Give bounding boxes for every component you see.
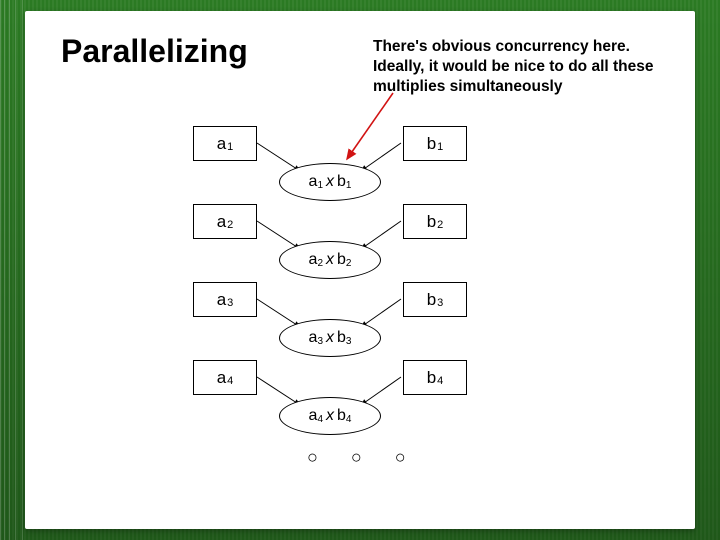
mul-left: a [309, 329, 318, 347]
mul-left-sub: 4 [317, 414, 323, 425]
operand-b-box: b2 [403, 204, 467, 239]
multiply-node: a1 x b1 [279, 163, 381, 201]
operand-b-box: b1 [403, 126, 467, 161]
operand-b-box: b4 [403, 360, 467, 395]
mul-left: a [309, 173, 318, 191]
mul-row: a4 b4 a4 x b4 [25, 360, 695, 438]
operand-a-sub: 3 [227, 297, 233, 309]
operand-b-var: b [427, 290, 436, 310]
mul-right: b [337, 407, 346, 425]
operand-a-var: a [217, 134, 226, 154]
operand-b-var: b [427, 134, 436, 154]
multiply-node: a4 x b4 [279, 397, 381, 435]
mul-right: b [337, 329, 346, 347]
operand-b-var: b [427, 212, 436, 232]
operand-a-sub: 4 [227, 375, 233, 387]
operand-a-sub: 1 [227, 141, 233, 153]
slide-background: Parallelizing There's obvious concurrenc… [0, 0, 720, 540]
operand-b-var: b [427, 368, 436, 388]
operand-a-box: a1 [193, 126, 257, 161]
mul-right-sub: 2 [346, 258, 352, 269]
operand-b-sub: 2 [437, 219, 443, 231]
operand-a-var: a [217, 368, 226, 388]
mul-row: a1 b1 a1 x b1 [25, 126, 695, 204]
mul-left: a [309, 407, 318, 425]
diagram-stage: a1 b1 a1 x b1 a2 [25, 126, 695, 438]
slide-card: Parallelizing There's obvious concurrenc… [25, 11, 695, 529]
mul-left-sub: 3 [317, 336, 323, 347]
mul-op-icon: x [326, 173, 334, 191]
operand-b-sub: 4 [437, 375, 443, 387]
mul-right-sub: 4 [346, 414, 352, 425]
mul-right-sub: 3 [346, 336, 352, 347]
mul-right-sub: 1 [346, 180, 352, 191]
mul-left-sub: 1 [317, 180, 323, 191]
multiply-node: a3 x b3 [279, 319, 381, 357]
ellipsis-icon: ○ ○ ○ [307, 447, 420, 468]
operand-a-sub: 2 [227, 219, 233, 231]
mul-left-sub: 2 [317, 258, 323, 269]
operand-a-box: a4 [193, 360, 257, 395]
multiply-node: a2 x b2 [279, 241, 381, 279]
mul-left: a [309, 251, 318, 269]
operand-b-sub: 3 [437, 297, 443, 309]
operand-a-var: a [217, 290, 226, 310]
mul-row: a2 b2 a2 x b2 [25, 204, 695, 282]
operand-a-var: a [217, 212, 226, 232]
operand-a-box: a3 [193, 282, 257, 317]
mul-right: b [337, 251, 346, 269]
mul-row: a3 b3 a3 x b3 [25, 282, 695, 360]
operand-a-box: a2 [193, 204, 257, 239]
operand-b-box: b3 [403, 282, 467, 317]
mul-right: b [337, 173, 346, 191]
operand-b-sub: 1 [437, 141, 443, 153]
mul-op-icon: x [326, 329, 334, 347]
mul-op-icon: x [326, 251, 334, 269]
mul-op-icon: x [326, 407, 334, 425]
